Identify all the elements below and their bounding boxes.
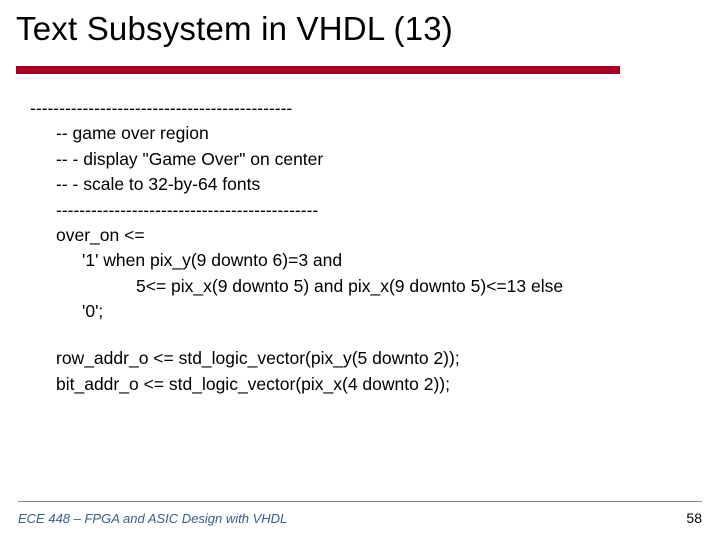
code-line-2: '1' when pix_y(9 downto 6)=3 and	[30, 248, 690, 273]
code-dash-top: ----------------------------------------…	[30, 96, 690, 121]
code-comment-3: -- - scale to 32-by-64 fonts	[30, 172, 690, 197]
footer-rule	[18, 501, 702, 502]
code-dash-mid: ----------------------------------------…	[30, 198, 690, 223]
footer-left: ECE 448 – FPGA and ASIC Design with VHDL	[18, 511, 287, 526]
title-underline	[16, 66, 620, 74]
page-number: 58	[686, 510, 702, 526]
code-comment-1: -- game over region	[30, 121, 690, 146]
code-line-5: row_addr_o <= std_logic_vector(pix_y(5 d…	[30, 346, 690, 371]
code-line-1: over_on <=	[30, 223, 690, 248]
code-line-6: bit_addr_o <= std_logic_vector(pix_x(4 d…	[30, 372, 690, 397]
code-line-3: 5<= pix_x(9 downto 5) and pix_x(9 downto…	[30, 274, 690, 299]
code-comment-2: -- - display "Game Over" on center	[30, 147, 690, 172]
slide-body: ----------------------------------------…	[30, 96, 690, 397]
page-title: Text Subsystem in VHDL (13)	[16, 10, 453, 48]
code-line-4: '0';	[30, 299, 690, 324]
blank-line	[30, 324, 690, 346]
